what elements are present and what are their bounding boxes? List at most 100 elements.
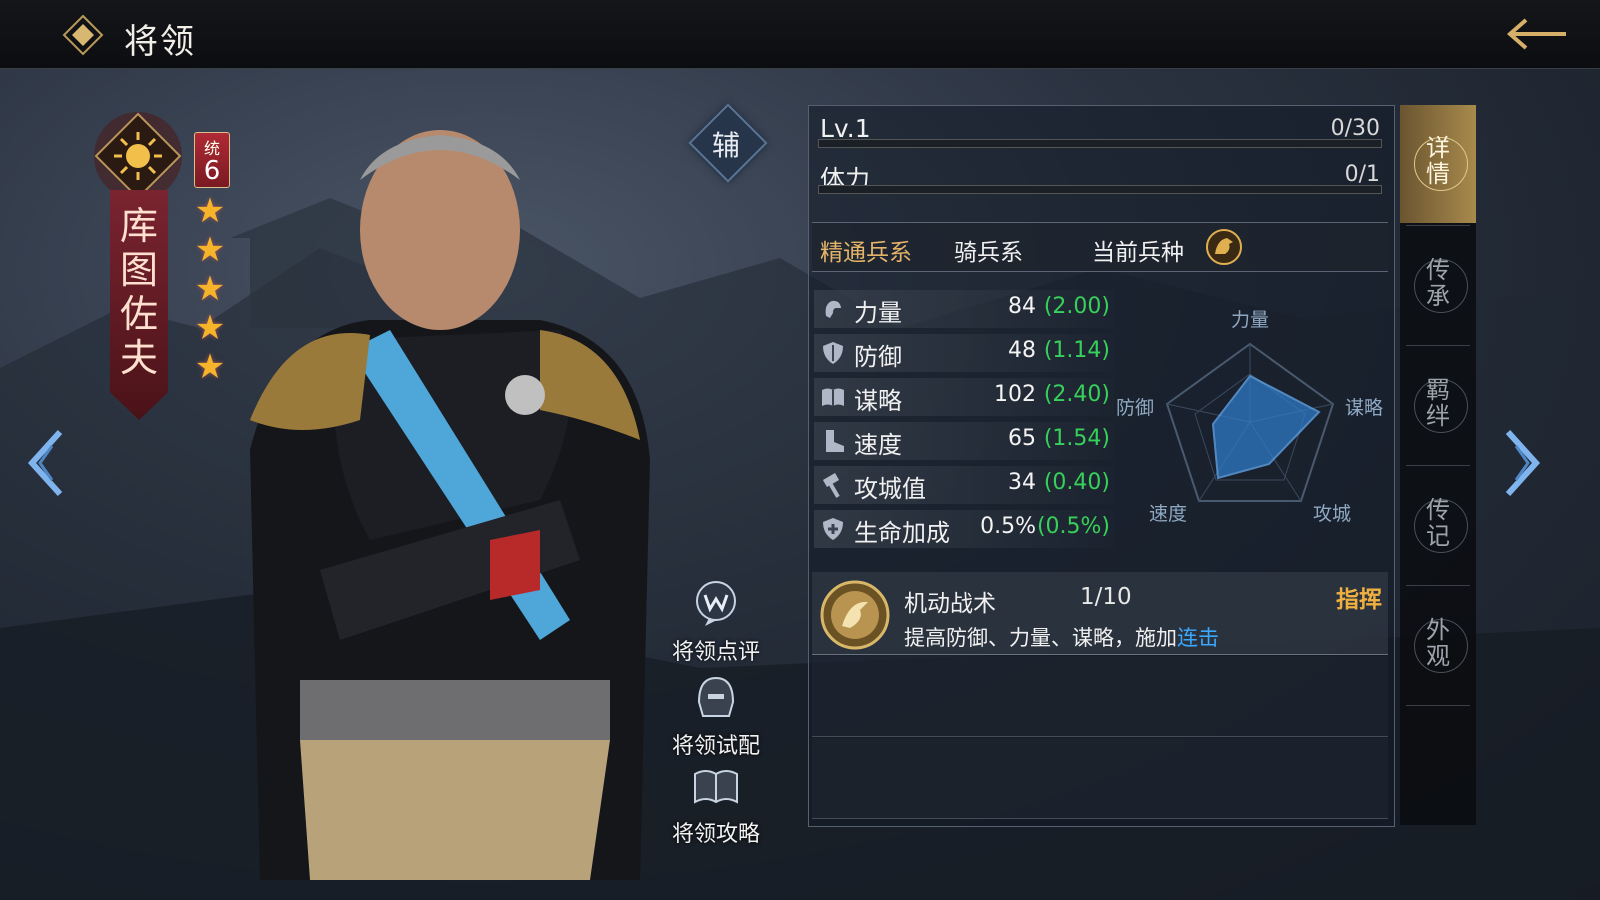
stat-growth: (1.54) xyxy=(1043,426,1110,451)
skill-slot-empty[interactable] xyxy=(812,656,1388,737)
top-bar: 将领 xyxy=(0,0,1600,69)
stat-name: 力量 xyxy=(854,299,902,327)
skill-description: 提高防御、力量、谋略，施加连击 xyxy=(904,622,1219,652)
stat-value: 102 xyxy=(994,382,1036,407)
faction-sun-emblem-icon xyxy=(94,112,182,200)
skill-row[interactable]: 机动战术 1/10 指挥 提高防御、力量、谋略，施加连击 xyxy=(812,572,1388,655)
skill-type-badge: 指挥 xyxy=(1336,587,1382,613)
stat-growth: (0.40) xyxy=(1043,470,1110,495)
general-name-char: 图 xyxy=(119,248,158,292)
general-name: 库 图 佐 夫 xyxy=(110,204,168,380)
stat-value: 84 xyxy=(1008,294,1036,319)
skill-combo-link[interactable]: 连击 xyxy=(1177,626,1219,650)
tab-label: 传承 xyxy=(1426,256,1450,310)
troop-type-row: 精通兵系 骑兵系 当前兵种 xyxy=(812,222,1388,272)
radar-label-strength: 力量 xyxy=(1231,309,1269,331)
general-name-char: 库 xyxy=(119,204,158,248)
stat-value: 65 xyxy=(1008,426,1036,451)
stat-row-strategy: 谋略 102 (2.40) xyxy=(814,378,1114,416)
stamina-row: 体力 0/1 xyxy=(812,156,1388,198)
general-guide-label: 将领攻略 xyxy=(671,822,760,847)
troop-mastery-value: 骑兵系 xyxy=(954,240,1023,266)
tab-divider xyxy=(1406,465,1470,466)
level-exp-value: 0/30 xyxy=(1330,116,1380,141)
general-review-button[interactable]: 将领点评 xyxy=(656,578,776,666)
command-cost-badge: 统 6 xyxy=(194,132,230,188)
hammer-icon xyxy=(822,473,840,498)
tab-label: 羁绊 xyxy=(1426,376,1450,430)
stat-row-strength: 力量 84 (2.00) xyxy=(814,290,1114,328)
tab-divider xyxy=(1406,345,1470,346)
radar-label-siege: 攻城 xyxy=(1313,503,1351,525)
star-icon: ★ xyxy=(194,308,226,348)
attribute-radar-chart: 力量 防御 谋略 速度 攻城 xyxy=(1116,309,1383,525)
tab-inheritance[interactable]: 传承 xyxy=(1400,227,1476,345)
general-name-char: 夫 xyxy=(119,336,158,380)
general-review-label: 将领点评 xyxy=(671,640,760,665)
radar-label-speed: 速度 xyxy=(1149,503,1187,525)
tab-label: 详情 xyxy=(1426,134,1450,188)
tab-biography[interactable]: 传记 xyxy=(1400,467,1476,585)
command-cost-value: 6 xyxy=(203,156,221,186)
stamina-value: 0/1 xyxy=(1344,162,1380,187)
radar-label-strategy: 谋略 xyxy=(1345,397,1383,419)
star-rating: ★ ★ ★ ★ ★ xyxy=(190,192,230,387)
next-general-arrow-icon[interactable] xyxy=(1502,428,1542,498)
stat-row-defense: 防御 48 (1.14) xyxy=(814,334,1114,372)
general-portrait xyxy=(250,130,650,880)
general-name-char: 佐 xyxy=(119,292,158,336)
stat-value: 0.5% xyxy=(980,514,1036,539)
stat-name: 防御 xyxy=(854,343,902,371)
star-icon: ★ xyxy=(194,230,226,270)
cavalry-horse-icon[interactable] xyxy=(1205,228,1243,266)
level-row: Lv.1 0/30 xyxy=(812,110,1388,152)
open-book-icon xyxy=(694,770,738,804)
skill-slot-empty[interactable] xyxy=(812,738,1388,819)
stat-name: 攻城值 xyxy=(854,475,926,503)
stat-row-siege: 攻城值 34 (0.40) xyxy=(814,466,1114,504)
radar-label-defense: 防御 xyxy=(1116,397,1154,419)
skill-level: 1/10 xyxy=(1080,584,1132,610)
skill-description-text: 提高防御、力量、谋略，施加 xyxy=(904,626,1177,650)
stat-name: 速度 xyxy=(854,431,902,459)
stat-name: 生命加成 xyxy=(854,519,950,547)
tab-bonds[interactable]: 羁绊 xyxy=(1400,347,1476,465)
stat-row-health: 生命加成 0.5% (0.5%) xyxy=(814,510,1114,548)
general-trial-label: 将领试配 xyxy=(671,734,760,759)
shield-icon xyxy=(823,342,843,364)
stat-growth: (0.5%) xyxy=(1036,514,1110,539)
level-progress-bar xyxy=(818,139,1382,148)
fist-icon xyxy=(825,300,841,318)
helmet-icon xyxy=(697,676,735,717)
diamond-logo-icon xyxy=(62,14,104,56)
general-trial-button[interactable]: 将领试配 xyxy=(656,672,776,760)
tab-appearance[interactable]: 外观 xyxy=(1400,587,1476,705)
page-title: 将领 xyxy=(124,22,196,62)
tab-label: 传记 xyxy=(1426,496,1450,550)
troop-mastery-label: 精通兵系 xyxy=(820,240,912,266)
tab-divider xyxy=(1406,585,1470,586)
tab-divider xyxy=(1406,225,1470,226)
stat-value: 34 xyxy=(1008,470,1036,495)
previous-general-arrow-icon[interactable] xyxy=(26,428,66,498)
stat-growth: (2.00) xyxy=(1043,294,1110,319)
skill-maneuver-icon xyxy=(820,580,890,650)
current-troop-label: 当前兵种 xyxy=(1092,240,1184,266)
radar-value-area xyxy=(1211,374,1321,480)
book-icon xyxy=(822,388,844,406)
general-guide-button[interactable]: 将领攻略 xyxy=(656,760,776,848)
star-icon: ★ xyxy=(194,269,226,309)
tab-divider xyxy=(1406,705,1470,706)
skill-name: 机动战术 xyxy=(904,591,996,617)
stat-name: 谋略 xyxy=(854,387,902,415)
tab-label: 外观 xyxy=(1426,616,1450,670)
stat-row-speed: 速度 65 (1.54) xyxy=(814,422,1114,460)
tab-details[interactable]: 详情 xyxy=(1400,105,1476,223)
comment-bubble-icon xyxy=(696,581,736,626)
stamina-progress-bar xyxy=(818,185,1382,194)
stat-growth: (2.40) xyxy=(1043,382,1110,407)
health-icon xyxy=(823,518,843,540)
back-arrow-icon[interactable] xyxy=(1500,14,1570,54)
boot-icon xyxy=(826,430,844,452)
role-badge: 辅 xyxy=(711,129,740,162)
